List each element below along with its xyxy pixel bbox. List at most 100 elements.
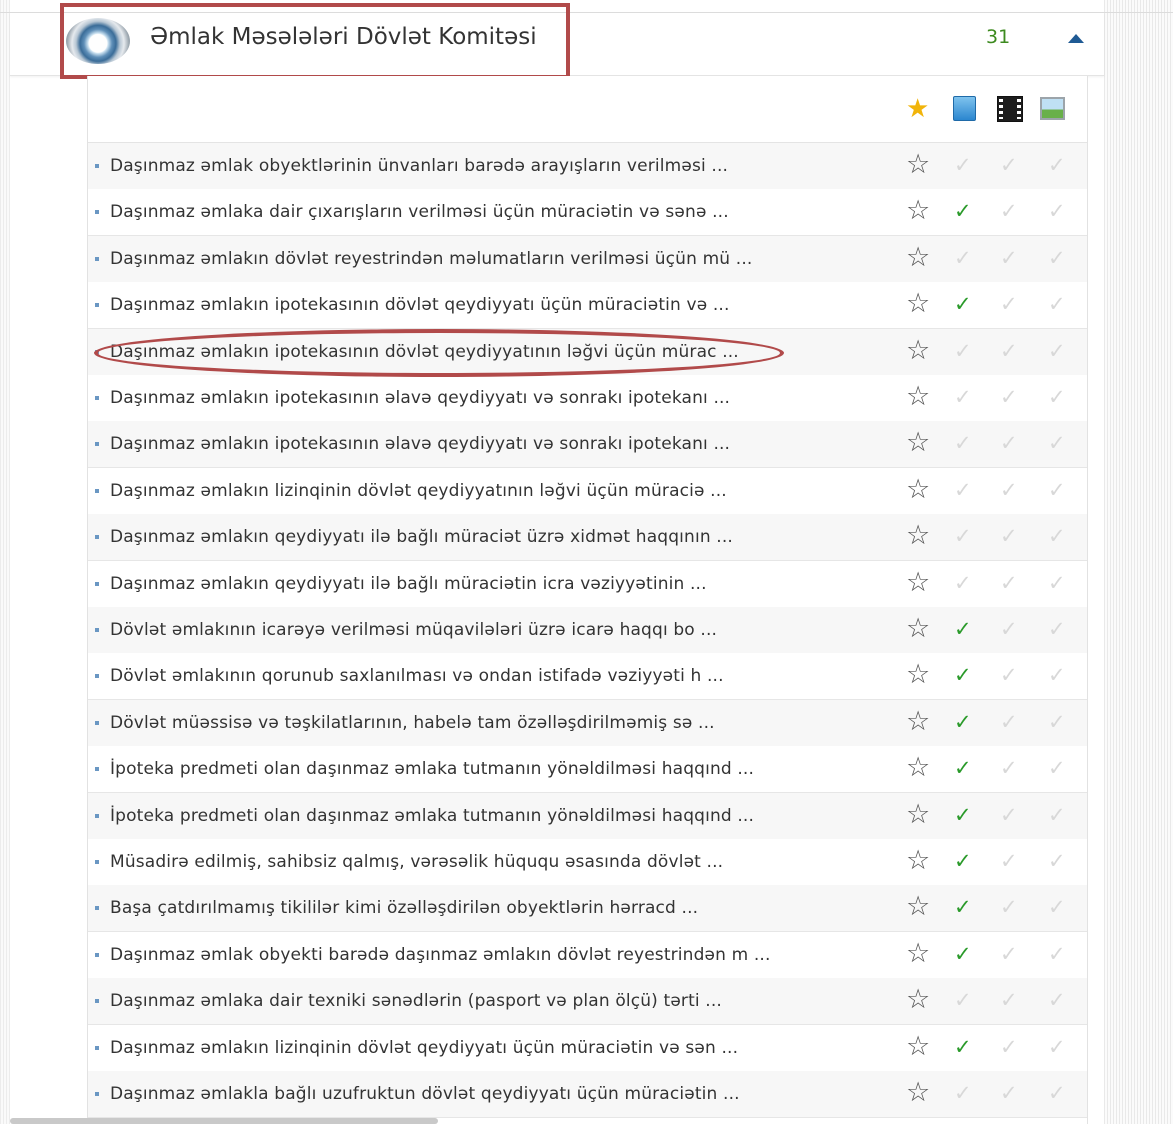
favorite-star-icon[interactable]: ☆ — [906, 242, 930, 273]
list-item[interactable]: Daşınmaz əmlak obyekti barədə daşınmaz ə… — [88, 931, 1087, 979]
service-link[interactable]: İpoteka predmeti olan daşınmaz əmlaka tu… — [110, 759, 754, 779]
book-icon[interactable] — [953, 96, 976, 121]
service-link[interactable]: Daşınmaz əmlakın ipotekasının dövlət qey… — [110, 295, 730, 315]
star-filled-icon[interactable]: ★ — [906, 96, 929, 122]
service-link[interactable]: İpoteka predmeti olan daşınmaz əmlaka tu… — [110, 806, 754, 826]
left-background-stripe — [0, 0, 10, 1124]
favorite-star-icon[interactable]: ☆ — [906, 846, 930, 876]
list-item[interactable]: Daşınmaz əmlakın ipotekasının dövlət qey… — [88, 282, 1087, 330]
horizontal-scrollbar[interactable] — [10, 1118, 438, 1124]
service-link[interactable]: Daşınmaz əmlak obyektlərinin ünvanları b… — [110, 156, 728, 176]
service-link[interactable]: Daşınmaz əmlakın lizinqinin dövlət qeydi… — [110, 481, 727, 501]
list-item[interactable]: Başa çatdırılmamış tikililər kimi özəllə… — [88, 885, 1087, 933]
film-icon[interactable] — [997, 96, 1023, 122]
check-icon: ✓ — [1000, 941, 1018, 966]
service-link[interactable]: Daşınmaz əmlakın ipotekasının əlavə qeyd… — [110, 388, 730, 408]
check-icon: ✓ — [1048, 292, 1066, 317]
check-icon: ✓ — [954, 199, 972, 224]
list-item[interactable]: Müsadirə edilmiş, sahibsiz qalmış, vərəs… — [88, 839, 1087, 886]
image-icon[interactable] — [1040, 97, 1065, 120]
check-icon: ✓ — [954, 570, 972, 595]
check-icon: ✓ — [1048, 756, 1066, 781]
favorite-star-icon[interactable]: ☆ — [906, 753, 930, 783]
right-background-stripe — [1104, 0, 1173, 1124]
service-link[interactable]: Daşınmaz əmlakın lizinqinin dövlət qeydi… — [110, 1038, 738, 1058]
list-item[interactable]: Daşınmaz əmlakla bağlı uzufruktun dövlət… — [88, 1071, 1087, 1118]
favorite-star-icon[interactable]: ☆ — [906, 150, 930, 180]
favorite-star-icon[interactable]: ☆ — [906, 382, 930, 412]
list-item[interactable]: Daşınmaz əmlakın ipotekasının əlavə qeyd… — [88, 421, 1087, 469]
check-icon: ✓ — [1048, 1081, 1066, 1105]
check-icon: ✓ — [954, 477, 972, 502]
service-link[interactable]: Daşınmaz əmlakın dövlət reyestrindən məl… — [110, 249, 752, 269]
service-link[interactable]: Daşınmaz əmlakın qeydiyyatı ilə bağlı mü… — [110, 527, 733, 547]
check-icon: ✓ — [954, 153, 972, 177]
favorite-star-icon[interactable]: ☆ — [906, 799, 930, 830]
check-icon: ✓ — [954, 245, 972, 270]
check-icon: ✓ — [1048, 199, 1066, 224]
service-link[interactable]: Başa çatdırılmamış tikililər kimi özəllə… — [110, 898, 698, 918]
service-link[interactable]: Dövlət əmlakının icarəyə verilməsi müqav… — [110, 620, 717, 640]
check-icon: ✓ — [954, 709, 972, 734]
list-item[interactable]: Daşınmaz əmlak obyektlərinin ünvanları b… — [88, 143, 1087, 190]
list-item[interactable]: Daşınmaz əmlakın lizinqinin dövlət qeydi… — [88, 1024, 1087, 1072]
check-icon: ✓ — [1048, 570, 1066, 595]
bullet-icon — [95, 906, 99, 911]
check-icon: ✓ — [954, 802, 972, 827]
favorite-star-icon[interactable]: ☆ — [906, 289, 930, 319]
favorite-star-icon[interactable]: ☆ — [906, 660, 930, 690]
service-link[interactable]: Daşınmaz əmlakla bağlı uzufruktun dövlət… — [110, 1084, 740, 1104]
check-icon: ✓ — [1048, 245, 1066, 270]
list-item[interactable]: Daşınmaz əmlakın qeydiyyatı ilə bağlı mü… — [88, 514, 1087, 562]
list-item[interactable]: Daşınmaz əmlakın ipotekasının əlavə qeyd… — [88, 375, 1087, 422]
favorite-star-icon[interactable]: ☆ — [906, 521, 930, 551]
collapse-arrow-icon[interactable] — [1068, 34, 1084, 43]
service-link[interactable]: Dövlət əmlakının qorunub saxlanılması və… — [110, 666, 724, 686]
check-icon: ✓ — [1000, 802, 1018, 827]
favorite-star-icon[interactable]: ☆ — [906, 614, 930, 644]
favorite-star-icon[interactable]: ☆ — [906, 1078, 930, 1108]
service-link[interactable]: Daşınmaz əmlakın ipotekasının əlavə qeyd… — [110, 434, 730, 454]
list-item[interactable]: Daşınmaz əmlakın lizinqinin dövlət qeydi… — [88, 467, 1087, 515]
table-right-border — [1087, 76, 1088, 1124]
favorite-star-icon[interactable]: ☆ — [906, 892, 930, 922]
list-item[interactable]: İpoteka predmeti olan daşınmaz əmlaka tu… — [88, 746, 1087, 794]
check-icon: ✓ — [1048, 431, 1066, 456]
list-item[interactable]: Daşınmaz əmlakın qeydiyyatı ilə bağlı mü… — [88, 560, 1087, 608]
list-item[interactable]: İpoteka predmeti olan daşınmaz əmlaka tu… — [88, 792, 1087, 840]
service-link[interactable]: Daşınmaz əmlaka dair texniki sənədlərin … — [110, 991, 722, 1011]
bullet-icon — [95, 210, 99, 215]
check-icon: ✓ — [1048, 663, 1066, 688]
favorite-star-icon[interactable]: ☆ — [906, 335, 930, 366]
bullet-icon — [95, 256, 99, 261]
favorite-star-icon[interactable]: ☆ — [906, 567, 930, 598]
list-item[interactable]: Daşınmaz əmlaka dair texniki sənədlərin … — [88, 978, 1087, 1026]
favorite-star-icon[interactable]: ☆ — [906, 706, 930, 737]
favorite-star-icon[interactable]: ☆ — [906, 985, 930, 1015]
favorite-star-icon[interactable]: ☆ — [906, 938, 930, 969]
check-icon: ✓ — [1000, 988, 1018, 1013]
check-icon: ✓ — [954, 895, 972, 920]
check-icon: ✓ — [1048, 385, 1066, 409]
list-item[interactable]: Daşınmaz əmlaka dair çıxarışların verilm… — [88, 189, 1087, 237]
list-item[interactable]: Daşınmaz əmlakın dövlət reyestrindən məl… — [88, 235, 1087, 283]
favorite-star-icon[interactable]: ☆ — [906, 428, 930, 458]
service-link[interactable]: Daşınmaz əmlaka dair çıxarışların verilm… — [110, 202, 729, 222]
check-icon: ✓ — [954, 663, 972, 688]
list-item[interactable]: Dövlət əmlakının qorunub saxlanılması və… — [88, 653, 1087, 701]
bullet-icon — [95, 535, 99, 540]
favorite-star-icon[interactable]: ☆ — [906, 474, 930, 505]
check-icon: ✓ — [1000, 338, 1018, 363]
favorite-star-icon[interactable]: ☆ — [906, 1031, 930, 1062]
service-link[interactable]: Dövlət müəssisə və təşkilatlarının, habe… — [110, 713, 715, 733]
list-item[interactable]: Dövlət əmlakının icarəyə verilməsi müqav… — [88, 607, 1087, 654]
favorite-star-icon[interactable]: ☆ — [906, 196, 930, 226]
check-icon: ✓ — [1000, 431, 1018, 456]
check-icon: ✓ — [1000, 756, 1018, 781]
list-item[interactable]: Dövlət müəssisə və təşkilatlarının, habe… — [88, 699, 1087, 747]
service-link[interactable]: Daşınmaz əmlak obyekti barədə daşınmaz ə… — [110, 945, 771, 965]
check-icon: ✓ — [1048, 849, 1066, 873]
service-link[interactable]: Müsadirə edilmiş, sahibsiz qalmış, vərəs… — [110, 852, 723, 872]
service-link[interactable]: Daşınmaz əmlakın qeydiyyatı ilə bağlı mü… — [110, 574, 707, 594]
check-icon: ✓ — [954, 941, 972, 966]
